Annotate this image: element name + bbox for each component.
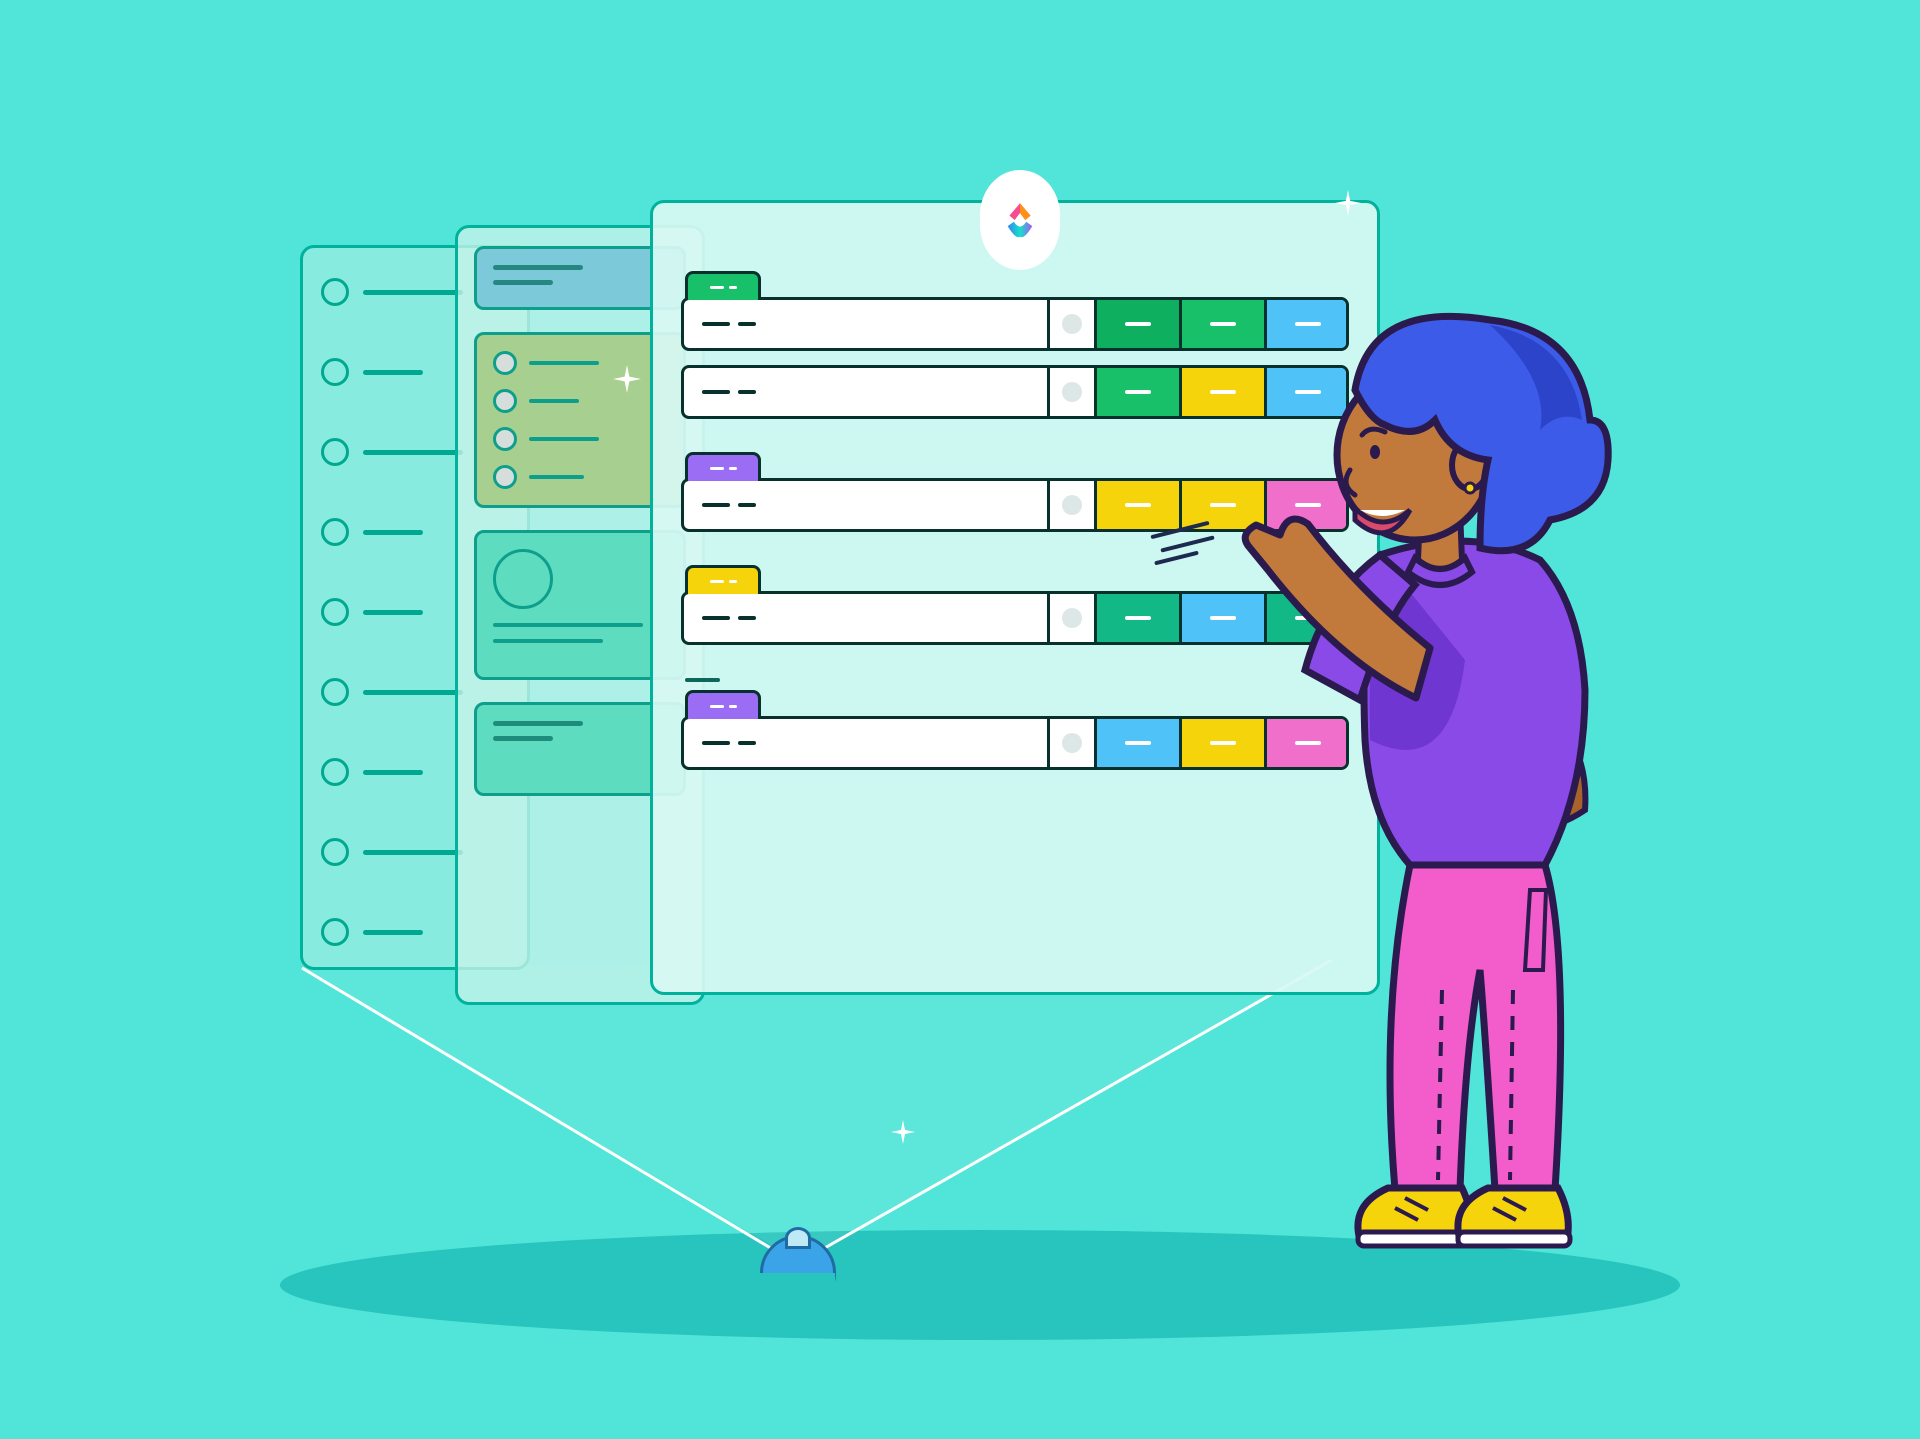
- projector-device: [760, 1235, 830, 1295]
- status-cell[interactable]: [1094, 300, 1179, 348]
- status-cell[interactable]: [1094, 719, 1179, 767]
- illustration-stage: [0, 0, 1920, 1439]
- assignee-avatar[interactable]: [1047, 368, 1094, 416]
- sparkle-icon: [613, 365, 641, 393]
- assignee-avatar[interactable]: [1047, 719, 1094, 767]
- status-cell[interactable]: [1094, 368, 1179, 416]
- section-tab[interactable]: [685, 690, 761, 719]
- assignee-avatar[interactable]: [1047, 300, 1094, 348]
- assignee-avatar[interactable]: [1047, 481, 1094, 529]
- status-cell[interactable]: [1094, 594, 1179, 642]
- shoe: [1458, 1188, 1570, 1246]
- assignee-avatar[interactable]: [1047, 594, 1094, 642]
- sparkle-icon: [1335, 190, 1361, 216]
- clickup-logo-icon: [980, 170, 1060, 270]
- section-label: [685, 678, 720, 682]
- section-tab[interactable]: [685, 565, 761, 594]
- person-illustration: [1210, 310, 1630, 1300]
- section-tab[interactable]: [685, 452, 761, 481]
- section-tab[interactable]: [685, 271, 761, 300]
- task-name: [684, 300, 1047, 348]
- sparkle-icon: [891, 1120, 915, 1144]
